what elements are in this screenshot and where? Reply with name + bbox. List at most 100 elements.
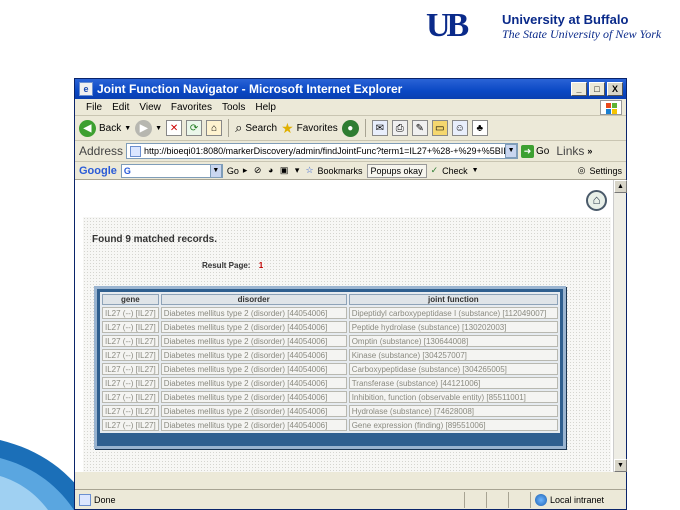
joint-function-cell[interactable]: Carboxypeptidase (substance) [304265005] xyxy=(348,363,558,375)
ub-logo: UB University at Buffalo The State Unive… xyxy=(426,8,674,48)
go-label: Go xyxy=(536,145,550,157)
disorder-cell[interactable]: Diabetes mellitus type 2 (disorder) [440… xyxy=(160,377,347,389)
mail-icon[interactable]: ✉ xyxy=(371,120,388,136)
home-icon[interactable]: ⌂ xyxy=(586,190,607,211)
table-row: IL27 (--) [IL27] Diabetes mellitus type … xyxy=(102,321,558,333)
links-button[interactable]: Links xyxy=(556,144,584,158)
address-dropdown-icon[interactable]: ▼ xyxy=(505,144,518,158)
settings-gear-icon: ◎ xyxy=(577,165,586,175)
stop-icon[interactable]: ✕ xyxy=(166,120,183,136)
menu-edit[interactable]: Edit xyxy=(107,102,134,113)
standard-toolbar: ◀ Back ▼ ▶ ▼ ✕ ⟳ ⌂ ⌕ Search ★ Favorites … xyxy=(75,116,626,141)
gene-cell[interactable]: IL27 (--) [IL27] xyxy=(102,377,159,389)
maximize-button[interactable]: □ xyxy=(589,82,605,96)
table-row: IL27 (--) [IL27] Diabetes mellitus type … xyxy=(102,335,558,347)
minimize-button[interactable]: _ xyxy=(571,82,587,96)
print-icon[interactable]: ⎙ xyxy=(391,120,408,136)
gene-cell[interactable]: IL27 (--) [IL27] xyxy=(102,391,159,403)
ub-logo-mark: UB xyxy=(426,7,469,44)
menu-help[interactable]: Help xyxy=(250,102,281,113)
google-search-input[interactable]: G ▼ xyxy=(120,163,223,178)
google-logo-text: Google xyxy=(79,164,117,177)
disorder-cell[interactable]: Diabetes mellitus type 2 (disorder) [440… xyxy=(160,349,347,361)
disorder-cell[interactable]: Diabetes mellitus type 2 (disorder) [440… xyxy=(160,419,347,431)
close-button[interactable]: X xyxy=(607,82,623,96)
gene-cell[interactable]: IL27 (--) [IL27] xyxy=(102,405,159,417)
media-icon[interactable]: ● xyxy=(341,119,359,137)
status-bar: Done Local intranet xyxy=(75,489,626,509)
joint-function-cell[interactable]: Hydrolase (substance) [74628008] xyxy=(348,405,558,417)
go-arrow-icon: ➜ xyxy=(521,144,535,158)
forward-button[interactable]: ▶ ▼ xyxy=(135,119,162,137)
search-button[interactable]: ⌕ Search xyxy=(235,120,277,136)
address-label: Address xyxy=(79,144,124,158)
gene-cell[interactable]: IL27 (--) [IL27] xyxy=(102,321,159,333)
scroll-down-icon[interactable]: ▼ xyxy=(614,459,627,472)
disorder-cell[interactable]: Diabetes mellitus type 2 (disorder) [440… xyxy=(160,307,347,319)
joint-function-cell[interactable]: Kinase (substance) [304257007] xyxy=(348,349,558,361)
disorder-cell[interactable]: Diabetes mellitus type 2 (disorder) [440… xyxy=(160,391,347,403)
address-input[interactable]: http://bioeqi01:8080/markerDiscovery/adm… xyxy=(126,143,519,159)
header-disorder: disorder xyxy=(160,294,347,305)
address-url: http://bioeqi01:8080/markerDiscovery/adm… xyxy=(144,146,506,156)
disorder-cell[interactable]: Diabetes mellitus type 2 (disorder) [440… xyxy=(160,363,347,375)
menu-file[interactable]: File xyxy=(81,102,107,113)
home-page-icon[interactable]: ⌂ xyxy=(206,120,223,136)
joint-function-cell[interactable]: Peptide hydrolase (substance) [130202003… xyxy=(348,321,558,333)
links-chevron-icon[interactable]: » xyxy=(587,146,592,156)
research-icon[interactable]: ♣ xyxy=(471,120,488,136)
folder-icon[interactable]: ▭ xyxy=(431,120,448,136)
joint-function-cell[interactable]: Transferase (substance) [44121006] xyxy=(348,377,558,389)
refresh-icon[interactable]: ⟳ xyxy=(186,120,203,136)
google-input-prefix: G xyxy=(123,165,131,176)
ie-icon: e xyxy=(79,82,93,96)
menu-favorites[interactable]: Favorites xyxy=(166,102,217,113)
menu-view[interactable]: View xyxy=(134,102,166,113)
page-done-icon xyxy=(79,493,91,506)
joint-function-cell[interactable]: Gene expression (finding) [89551006] xyxy=(348,419,558,431)
go-button[interactable]: ➜ Go xyxy=(521,144,550,158)
disorder-cell[interactable]: Diabetes mellitus type 2 (disorder) [440… xyxy=(160,321,347,333)
joint-function-cell[interactable]: Inhibition, function (observable entity)… xyxy=(348,391,558,403)
page-content: ⌂ Found 9 matched records. Result Page: … xyxy=(75,180,613,472)
gene-cell[interactable]: IL27 (--) [IL27] xyxy=(102,335,159,347)
results-table-frame: gene disorder joint function IL27 (--) [… xyxy=(94,286,566,449)
gene-cell[interactable]: IL27 (--) [IL27] xyxy=(102,307,159,319)
google-dropdown-icon[interactable]: ▼ xyxy=(209,163,222,178)
check-button[interactable]: Check xyxy=(442,166,468,176)
disorder-cell[interactable]: Diabetes mellitus type 2 (disorder) [440… xyxy=(160,335,347,347)
table-row: IL27 (--) [IL27] Diabetes mellitus type … xyxy=(102,363,558,375)
edit-icon[interactable]: ✎ xyxy=(411,120,428,136)
result-page-link[interactable]: 1 xyxy=(259,261,263,270)
messenger-icon[interactable]: ☺ xyxy=(451,120,468,136)
favorites-button[interactable]: ★ Favorites xyxy=(281,120,338,137)
gene-cell[interactable]: IL27 (--) [IL27] xyxy=(102,419,159,431)
disorder-cell[interactable]: Diabetes mellitus type 2 (disorder) [440… xyxy=(160,405,347,417)
check-dropdown-icon[interactable]: ▼ xyxy=(472,167,479,174)
gene-cell[interactable]: IL27 (--) [IL27] xyxy=(102,363,159,375)
search-icon: ⌕ xyxy=(235,120,243,135)
gene-cell[interactable]: IL27 (--) [IL27] xyxy=(102,349,159,361)
back-button[interactable]: ◀ Back ▼ xyxy=(79,119,131,137)
result-page-label: Result Page: 1 xyxy=(202,261,263,270)
title-bar[interactable]: e Joint Function Navigator - Microsoft I… xyxy=(75,79,626,99)
page-icon xyxy=(130,145,142,157)
favorites-label: Favorites xyxy=(296,122,338,134)
menu-tools[interactable]: Tools xyxy=(217,102,250,113)
university-subtitle: The State University of New York xyxy=(502,27,662,41)
settings-button[interactable]: Settings xyxy=(589,166,622,176)
vertical-scrollbar[interactable]: ▲ ▼ xyxy=(613,180,627,472)
table-row: IL27 (--) [IL27] Diabetes mellitus type … xyxy=(102,349,558,361)
bookmarks-button[interactable]: Bookmarks xyxy=(318,166,363,176)
table-row: IL27 (--) [IL27] Diabetes mellitus type … xyxy=(102,377,558,389)
google-go-button[interactable]: Go xyxy=(227,166,239,176)
search-label: Search xyxy=(245,122,278,134)
address-bar: Address http://bioeqi01:8080/markerDisco… xyxy=(75,141,626,162)
google-tool-icons[interactable]: ▸ ⊘ ◕ ▣ ▾ xyxy=(243,165,302,176)
scroll-up-icon[interactable]: ▲ xyxy=(614,180,627,193)
forward-arrow-icon: ▶ xyxy=(135,119,153,137)
joint-function-cell[interactable]: Omptin (substance) [130644008] xyxy=(348,335,558,347)
popups-button[interactable]: Popups okay xyxy=(366,163,427,178)
results-table: gene disorder joint function IL27 (--) [… xyxy=(100,292,560,433)
joint-function-cell[interactable]: Dipeptidyl carboxypeptidase I (substance… xyxy=(348,307,558,319)
